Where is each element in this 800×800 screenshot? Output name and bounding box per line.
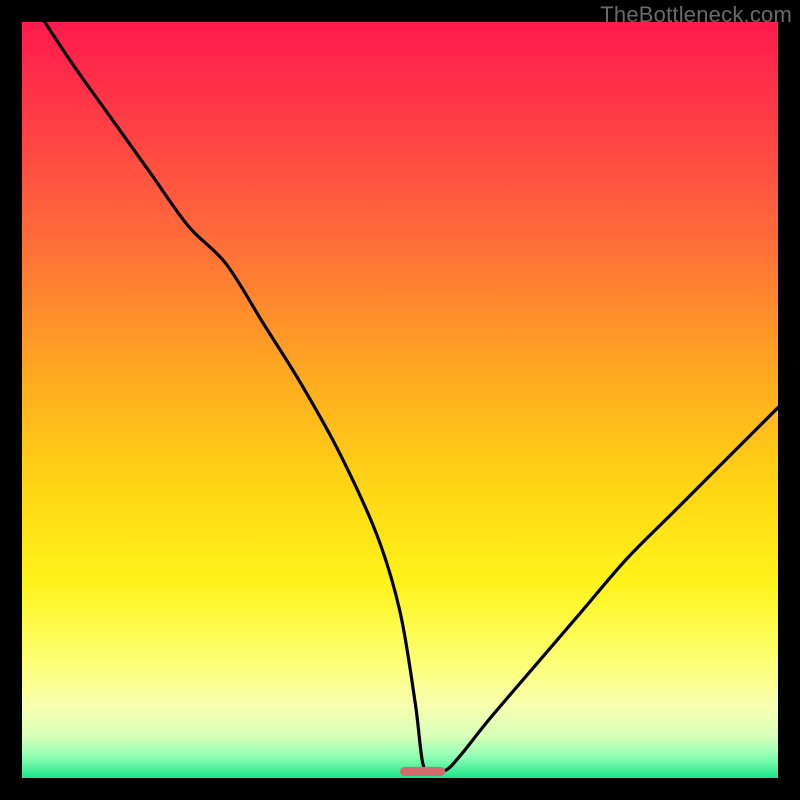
chart-frame: TheBottleneck.com: [0, 0, 800, 800]
plot-area: [22, 22, 778, 778]
bottleneck-chart: [22, 22, 778, 778]
gradient-background: [22, 22, 778, 778]
optimal-marker: [400, 767, 445, 776]
